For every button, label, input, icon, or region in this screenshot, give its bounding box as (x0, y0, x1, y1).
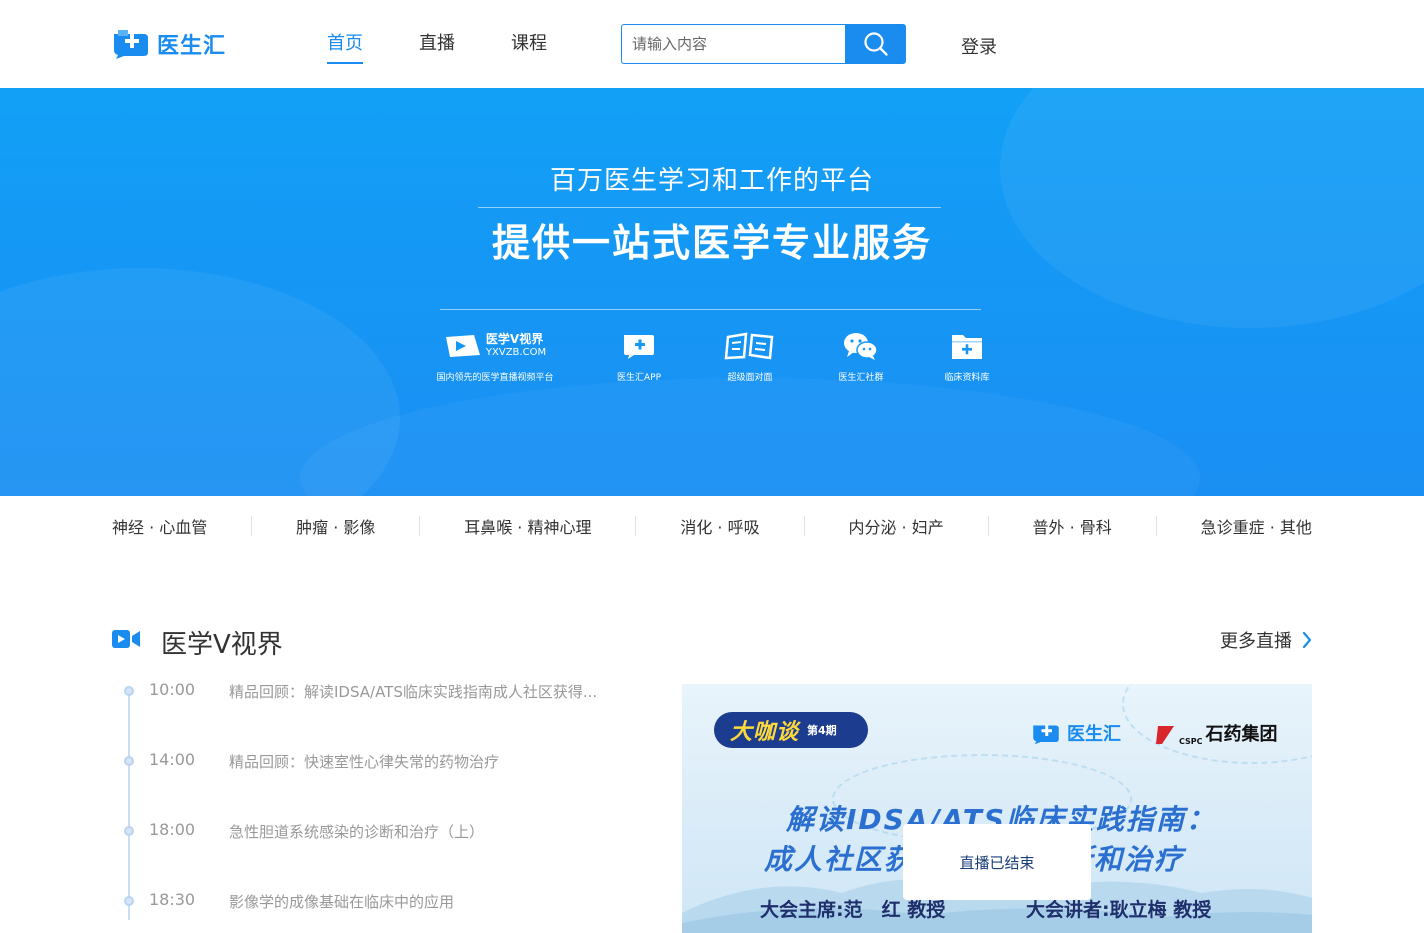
svc-icon-wrap (938, 328, 996, 364)
hero-banner: 百万医生学习和工作的平台 提供一站式医学专业服务 医学V视界 YXVZB.COM… (0, 88, 1424, 496)
schedule-time: 10:00 (149, 680, 196, 699)
yxvzb-name: 医学V视界 (485, 332, 544, 347)
poster-brand-text: 医生汇 (1067, 724, 1121, 745)
service-app[interactable]: 医生汇APP (610, 328, 668, 383)
folder-icon (952, 335, 982, 359)
poster-sponsor-en: CSPC (1179, 737, 1203, 746)
timeline-line (128, 690, 130, 920)
nav-courses[interactable]: 课程 (511, 0, 547, 88)
service-face-to-face[interactable]: 超级面对面 (718, 328, 782, 383)
divider (803, 516, 805, 536)
service-community[interactable]: 医生汇社群 (832, 328, 890, 383)
logo-icon (1033, 725, 1059, 745)
timeline-dot (124, 826, 134, 836)
banner-title: 提供一站式医学专业服务 (491, 221, 932, 265)
banner-subtitle: 百万医生学习和工作的平台 (549, 166, 874, 196)
site-logo[interactable]: 医生汇 (111, 27, 226, 61)
nav-home[interactable]: 首页 (327, 0, 363, 88)
service-yxvzb[interactable]: 医学V视界 YXVZB.COM 国内领先的医学直播视频平台 (436, 328, 554, 383)
category-oncology-imaging[interactable]: 肿瘤 · 影像 (296, 514, 375, 538)
service-library[interactable]: 临床资料库 (938, 328, 996, 383)
poster-brand: 医生汇 (1031, 720, 1121, 746)
category-bar: 神经 · 心血管 肿瘤 · 影像 耳鼻喉 · 精神心理 消化 · 呼吸 内分泌 … (112, 496, 1312, 556)
banner-divider (478, 207, 941, 208)
video-camera-icon (112, 630, 140, 648)
search-icon (863, 32, 888, 56)
video-play-icon (445, 335, 480, 357)
timeline-dot (124, 756, 134, 766)
login-link[interactable]: 登录 (961, 33, 997, 59)
service-label: 临床资料库 (944, 373, 990, 383)
poster-badge-sub: 第4期 (807, 724, 837, 737)
yxvzb-url: YXVZB.COM (485, 347, 547, 359)
schedule-item[interactable]: 18:30 影像学的成像基础在临床中的应用 (112, 890, 632, 914)
svc-icon-wrap (610, 328, 668, 364)
divider (635, 516, 637, 536)
banner-decor (1000, 88, 1424, 328)
divider (987, 516, 989, 536)
category-surgery-ortho[interactable]: 普外 · 骨科 (1033, 514, 1112, 538)
service-label: 国内领先的医学直播视频平台 (436, 373, 554, 383)
schedule-time: 18:00 (149, 820, 196, 839)
divider (419, 516, 421, 536)
nav-live[interactable]: 直播 (419, 0, 455, 88)
live-status-badge: 直播已结束 (903, 824, 1091, 900)
face-to-face-icon (724, 332, 774, 360)
banner-decor (300, 378, 1200, 496)
more-live-label: 更多直播 (1220, 631, 1292, 652)
wechat-icon (844, 333, 878, 360)
service-label: 医生汇APP (616, 373, 661, 383)
main-nav: 首页 直播 课程 (327, 0, 603, 88)
top-header: 医生汇 首页 直播 课程 登录 (0, 0, 1424, 88)
svc-icon-wrap (718, 328, 782, 364)
schedule-title: 影像学的成像基础在临床中的应用 (229, 893, 455, 911)
poster-badge-main: 大咖谈 (730, 720, 800, 745)
sponsor-logo-icon (1156, 726, 1174, 744)
yxvzb-brand: 医学V视界 YXVZB.COM (436, 328, 554, 364)
schedule-title: 精品回顾：解读IDSA/ATS临床实践指南成人社区获得... (229, 683, 598, 701)
divider (251, 516, 253, 536)
divider (1155, 516, 1157, 536)
poster-sponsor: CSPC 石药集团 (1154, 720, 1278, 746)
logo-icon (114, 30, 148, 59)
service-label: 医生汇社群 (838, 373, 884, 383)
schedule-item[interactable]: 18:00 急性胆道系统感染的诊断和治疗（上） (112, 820, 632, 844)
category-emergency-other[interactable]: 急诊重症 · 其他 (1201, 514, 1312, 538)
schedule-time: 18:30 (149, 890, 196, 909)
category-endocrine-obgyn[interactable]: 内分泌 · 妇产 (848, 514, 943, 538)
timeline-dot (124, 896, 134, 906)
poster-badge: 大咖谈 第4期 (714, 712, 868, 748)
search-box (621, 24, 906, 64)
logo-text: 医生汇 (157, 34, 227, 59)
category-digestive-respiratory[interactable]: 消化 · 呼吸 (680, 514, 759, 538)
category-ent-psych[interactable]: 耳鼻喉 · 精神心理 (464, 514, 591, 538)
live-schedule: 10:00 精品回顾：解读IDSA/ATS临床实践指南成人社区获得... 14:… (112, 680, 632, 933)
schedule-item[interactable]: 10:00 精品回顾：解读IDSA/ATS临床实践指南成人社区获得... (112, 680, 632, 704)
section-title: 医学V视界 (161, 630, 283, 660)
more-live-link[interactable]: 更多直播 (1220, 627, 1312, 653)
service-label: 超级面对面 (727, 373, 773, 383)
schedule-title: 急性胆道系统感染的诊断和治疗（上） (229, 823, 485, 841)
schedule-title: 精品回顾：快速室性心律失常的药物治疗 (229, 753, 500, 771)
schedule-item[interactable]: 14:00 精品回顾：快速室性心律失常的药物治疗 (112, 750, 632, 774)
schedule-time: 14:00 (149, 750, 196, 769)
live-poster[interactable]: 大咖谈 第4期 医生汇 CSPC 石药集团 解读IDSA/ATS临床实践指南： … (682, 684, 1312, 933)
poster-sponsor-cn: 石药集团 (1205, 724, 1278, 745)
banner-divider (440, 309, 981, 310)
chevron-right-icon (1302, 631, 1312, 649)
svc-icon-wrap (832, 328, 890, 364)
search-button[interactable] (845, 24, 906, 64)
yxvzb-text: 医学V视界 YXVZB.COM (485, 332, 547, 359)
app-icon (624, 335, 654, 359)
search-input[interactable] (621, 24, 845, 64)
service-links: 医学V视界 YXVZB.COM 国内领先的医学直播视频平台 医生汇APP 超级面… (0, 328, 1424, 388)
timeline-dot (124, 686, 134, 696)
section-header: 医学V视界 更多直播 (112, 618, 1312, 662)
category-neuro-cardio[interactable]: 神经 · 心血管 (112, 514, 207, 538)
